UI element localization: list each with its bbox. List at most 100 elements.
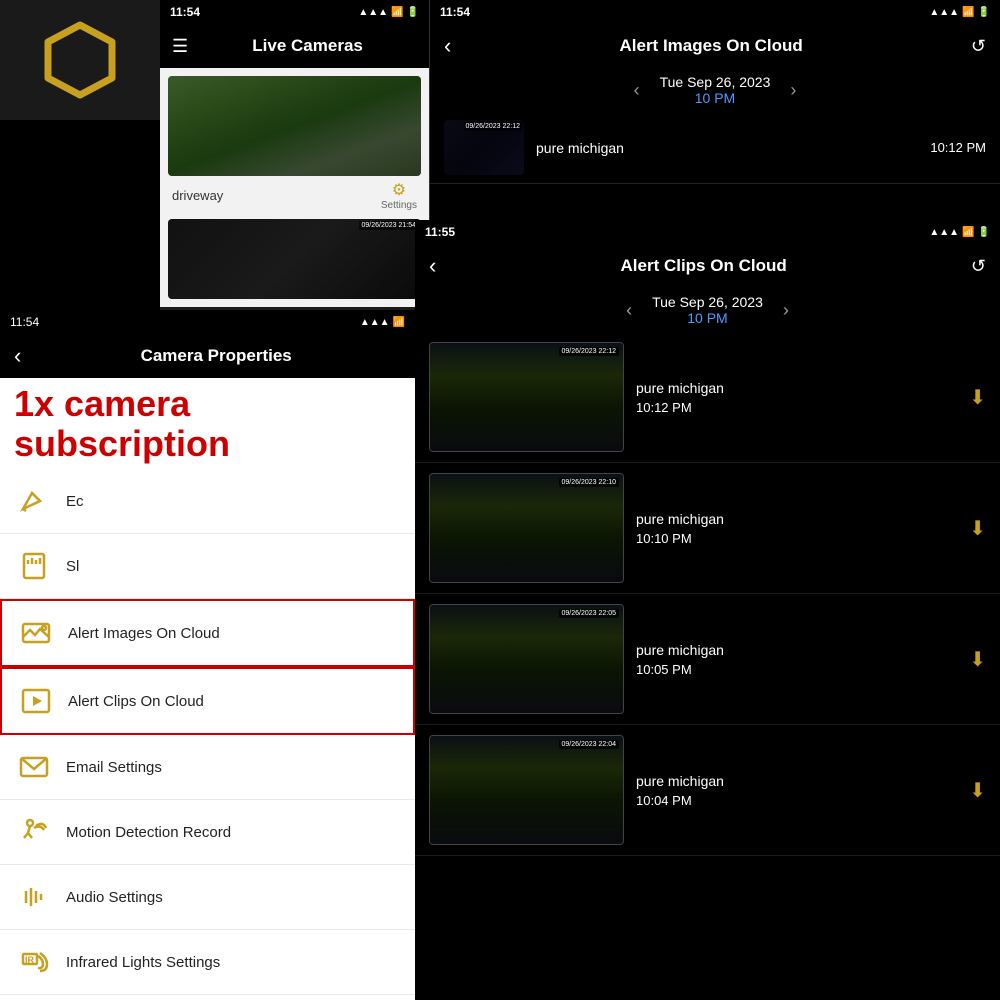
alert-images-menu-label: Alert Images On Cloud	[68, 625, 220, 642]
menu-item-sd[interactable]: Sl	[0, 534, 415, 599]
clip-thumb-wrapper-2: 09/26/2023 22:10	[429, 473, 624, 583]
motion-icon	[16, 814, 52, 850]
wifi-icon-alert: 📶	[962, 7, 974, 18]
battery-icon-clips: 🔋	[978, 227, 990, 238]
menu-item-audio[interactable]: Audio Settings	[0, 865, 415, 930]
prev-date-button-alert-images[interactable]: ‹	[634, 80, 640, 101]
clip-thumbnail-4: 09/26/2023 22:04	[429, 735, 624, 845]
status-icons-alert-images: ▲▲▲ 📶 🔋	[929, 7, 990, 18]
time-clips: 11:55	[425, 225, 455, 239]
clip-thumbnail-3: 09/26/2023 22:05	[429, 604, 624, 714]
date-text-clips: Tue Sep 26, 2023	[652, 294, 763, 310]
clip-action-2[interactable]: ⬇	[969, 516, 986, 541]
settings-gear-icon: ⚙	[392, 180, 406, 200]
date-nav-alert-images: ‹ Tue Sep 26, 2023 10 PM ›	[430, 68, 1000, 112]
menu-item-infrared[interactable]: IR Infrared Lights Settings	[0, 930, 415, 995]
signal-icon-clips: ▲▲▲	[929, 227, 959, 238]
clip-info-3: pure michigan 10:05 PM	[636, 642, 957, 677]
next-date-button-alert-images[interactable]: ›	[790, 80, 796, 101]
clip-name-3: pure michigan	[636, 642, 957, 658]
back-button-alert-images[interactable]: ‹	[444, 33, 451, 59]
camera-item-driveway[interactable]: driveway ⚙ Settings	[168, 76, 421, 213]
status-bar-alert-images: 11:54 ▲▲▲ 📶 🔋	[430, 0, 1000, 24]
date-nav-clips: ‹ Tue Sep 26, 2023 10 PM ›	[415, 288, 1000, 332]
app-logo	[40, 20, 120, 100]
clip-thumb-wrapper-4: 09/26/2023 22:04	[429, 735, 624, 845]
menu-item-edit[interactable]: Ec	[0, 469, 415, 534]
menu-item-alert-clips[interactable]: Alert Clips On Cloud	[0, 667, 415, 735]
infrared-icon: IR	[16, 944, 52, 980]
clip-action-4[interactable]: ⬇	[969, 778, 986, 803]
live-cameras-title: Live Cameras	[198, 36, 417, 56]
signal-icon-live: ▲▲▲	[358, 7, 388, 18]
clip-item-4[interactable]: 09/26/2023 22:04 pure michigan 10:04 PM …	[415, 725, 1000, 856]
clip-item-1[interactable]: 09/26/2023 22:12 pure michigan 10:12 PM …	[415, 332, 1000, 463]
refresh-button-alert-images[interactable]: ↺	[971, 36, 986, 57]
time-filter-clips[interactable]: 10 PM	[652, 310, 763, 326]
alert-thumb-wrapper-1: 09/26/2023 22:12	[444, 120, 524, 175]
clip-time-2: 10:10 PM	[636, 531, 957, 546]
alert-item-1[interactable]: 09/26/2023 22:12 pure michigan 10:12 PM	[430, 112, 1000, 184]
clip-info-1: pure michigan 10:12 PM	[636, 380, 957, 415]
clip-timestamp-2: 09/26/2023 22:10	[559, 478, 620, 487]
wifi-icon-cp: 📶	[393, 317, 405, 328]
alert-images-icon	[18, 615, 54, 651]
status-bar-cam-props: 11:54 ▲▲▲ 📶	[0, 310, 415, 334]
download-icon-3[interactable]: ⬇	[969, 647, 986, 672]
nav-bar-cam-props: ‹ Camera Properties	[0, 334, 415, 378]
menu-item-motion[interactable]: Motion Detection Record	[0, 800, 415, 865]
time-alert-images: 11:54	[440, 5, 470, 19]
menu-button-live[interactable]: ☰	[172, 36, 188, 57]
clip-name-1: pure michigan	[636, 380, 957, 396]
clip-action-1[interactable]: ⬇	[969, 385, 986, 410]
clip-info-2: pure michigan 10:10 PM	[636, 511, 957, 546]
settings-label-driveway: Settings	[381, 200, 417, 211]
clip-thumb-wrapper-3: 09/26/2023 22:05	[429, 604, 624, 714]
date-text-alert-images: Tue Sep 26, 2023	[660, 74, 771, 90]
alert-clips-menu-label: Alert Clips On Cloud	[68, 693, 204, 710]
status-icons-cam-props: ▲▲▲ 📶	[360, 317, 405, 328]
date-info-clips: Tue Sep 26, 2023 10 PM	[652, 294, 763, 326]
clips-title: Alert Clips On Cloud	[446, 256, 961, 276]
clip-item-3[interactable]: 09/26/2023 22:05 pure michigan 10:05 PM …	[415, 594, 1000, 725]
back-button-clips[interactable]: ‹	[429, 253, 436, 279]
status-icons-live: ▲▲▲ 📶 🔋	[358, 7, 419, 18]
back-button-cam-props[interactable]: ‹	[14, 343, 21, 369]
infrared-menu-label: Infrared Lights Settings	[66, 954, 220, 971]
prev-date-clips[interactable]: ‹	[626, 300, 632, 321]
sd-label: Sl	[66, 558, 79, 575]
cam-props-title: Camera Properties	[31, 346, 401, 366]
camera-name-driveway: driveway	[172, 188, 223, 203]
panel-alert-clips: 11:55 ▲▲▲ 📶 🔋 ‹ Alert Clips On Cloud ↺ ‹…	[415, 220, 1000, 1000]
refresh-button-clips[interactable]: ↺	[971, 256, 986, 277]
wifi-icon-clips: 📶	[962, 227, 974, 238]
panel-live-cameras: 11:54 ▲▲▲ 📶 🔋 ☰ Live Cameras driveway ⚙ …	[160, 0, 430, 310]
download-icon-2[interactable]: ⬇	[969, 516, 986, 541]
nav-bar-alert-images: ‹ Alert Images On Cloud ↺	[430, 24, 1000, 68]
menu-item-email[interactable]: Email Settings	[0, 735, 415, 800]
alert-time-1: 10:12 PM	[930, 140, 986, 155]
date-info-alert-images: Tue Sep 26, 2023 10 PM	[660, 74, 771, 106]
clip-action-3[interactable]: ⬇	[969, 647, 986, 672]
clip-time-4: 10:04 PM	[636, 793, 957, 808]
download-icon-1[interactable]: ⬇	[969, 385, 986, 410]
camera-item-second[interactable]: 09/26/2023 21:54	[168, 219, 421, 299]
time-filter-alert-images[interactable]: 10 PM	[660, 90, 771, 106]
audio-icon	[16, 879, 52, 915]
download-icon-4[interactable]: ⬇	[969, 778, 986, 803]
status-bar-live: 11:54 ▲▲▲ 📶 🔋	[160, 0, 429, 24]
camera-image-driveway	[168, 76, 421, 176]
email-icon	[16, 749, 52, 785]
subscription-banner: 1x camera subscription	[0, 378, 415, 469]
settings-col-driveway[interactable]: ⚙ Settings	[381, 180, 417, 211]
nav-bar-clips: ‹ Alert Clips On Cloud ↺	[415, 244, 1000, 288]
next-date-clips[interactable]: ›	[783, 300, 789, 321]
alert-timestamp-1: 09/26/2023 22:12	[464, 122, 523, 131]
sd-card-icon	[16, 548, 52, 584]
alert-clips-icon	[18, 683, 54, 719]
menu-item-alert-images[interactable]: Alert Images On Cloud	[0, 599, 415, 667]
motion-menu-label: Motion Detection Record	[66, 824, 231, 841]
edit-icon	[16, 483, 52, 519]
audio-menu-label: Audio Settings	[66, 889, 163, 906]
clip-item-2[interactable]: 09/26/2023 22:10 pure michigan 10:10 PM …	[415, 463, 1000, 594]
